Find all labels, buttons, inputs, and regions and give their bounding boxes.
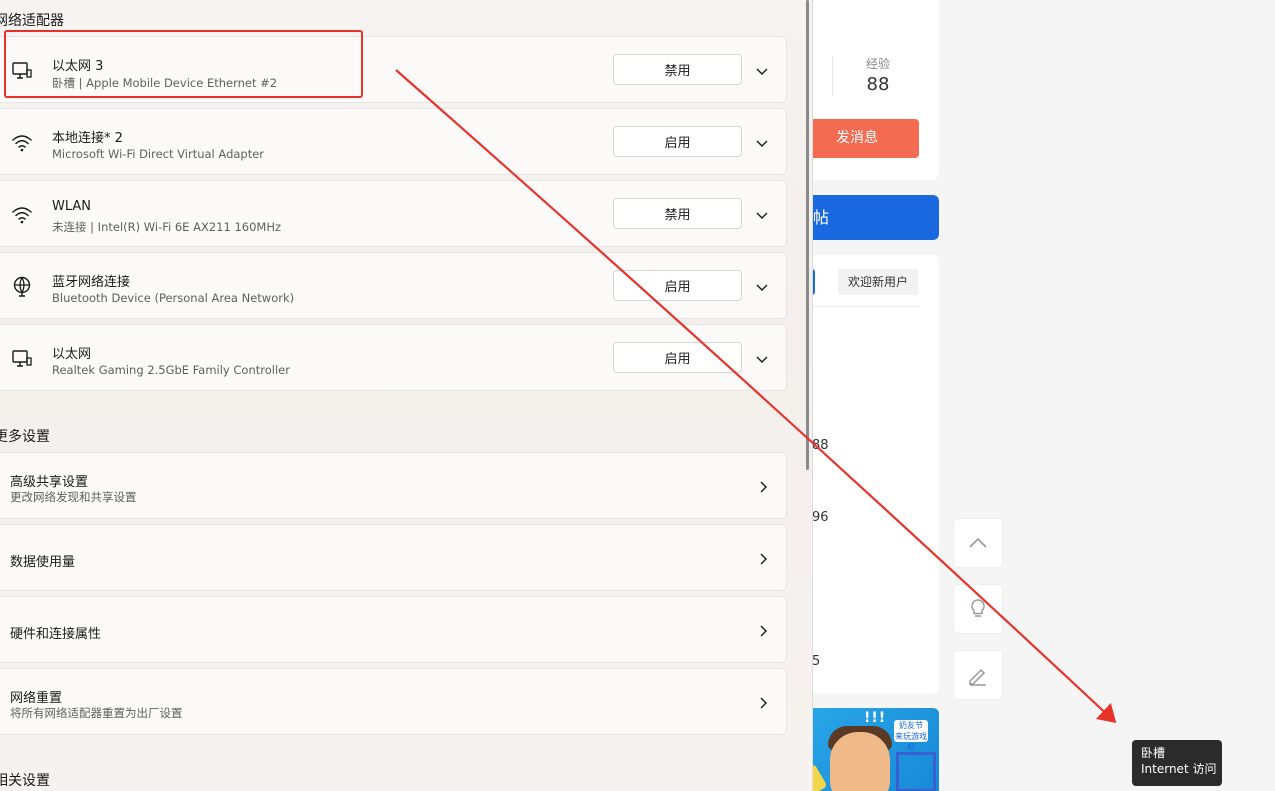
experience-value: 88 — [866, 74, 890, 95]
adapter-title: 蓝牙网络连接 — [52, 275, 131, 290]
settings-item-subtitle: 将所有网络适配器重置为出厂设置 — [10, 706, 183, 720]
banner-logo: 奶友节 来玩游戏吧 — [894, 720, 928, 752]
tooltip-access-status: Internet 访问 — [1141, 762, 1217, 776]
tips-button[interactable] — [953, 584, 1003, 634]
post-button-label: 帖 — [813, 208, 830, 227]
ethernet-icon — [10, 59, 34, 83]
adapter-toggle-button[interactable]: 禁用 — [613, 54, 742, 85]
adapter-toggle-button[interactable]: 启用 — [613, 270, 742, 301]
related-settings-heading: 相关设置 — [0, 773, 50, 789]
chevron-up-icon — [969, 537, 987, 548]
chevron-down-icon[interactable] — [754, 135, 770, 151]
more-settings-item[interactable]: 硬件和连接属性 — [0, 596, 787, 663]
partial-number: 88 — [812, 438, 829, 453]
chevron-down-icon[interactable] — [754, 351, 770, 367]
settings-item-title: 网络重置 — [10, 691, 63, 706]
chevron-right-icon — [756, 623, 770, 637]
adapter-subtitle: 未连接 | Intel(R) Wi-Fi 6E AX211 160MHz — [52, 220, 282, 234]
settings-item-title: 数据使用量 — [10, 555, 76, 570]
adapter-row[interactable]: WLAN 未连接 | Intel(R) Wi-Fi 6E AX211 160MHz… — [0, 180, 787, 247]
settings-item-subtitle: 更改网络发现和共享设置 — [10, 490, 137, 504]
experience-label: 经验 — [865, 57, 890, 71]
send-message-button[interactable]: 发消息 — [798, 119, 919, 158]
maze-graphic — [896, 752, 936, 791]
chevron-right-icon — [756, 551, 770, 565]
cartoon-face — [830, 732, 890, 791]
adapter-subtitle: Microsoft Wi-Fi Direct Virtual Adapter — [52, 147, 265, 161]
chevron-right-icon — [756, 479, 770, 493]
adapter-row[interactable]: 蓝牙网络连接 Bluetooth Device (Personal Area Ne… — [0, 252, 787, 319]
send-message-label: 发消息 — [836, 130, 878, 146]
network-adapters-heading: 网络适配器 — [0, 13, 64, 29]
adapter-row[interactable]: 以太网 Realtek Gaming 2.5GbE Family Controll… — [0, 324, 787, 391]
wifi-icon — [10, 131, 34, 155]
adapter-toggle-button[interactable]: 启用 — [613, 342, 742, 373]
adapter-title: 本地连接* 2 — [52, 131, 123, 146]
globe-network-icon — [10, 275, 34, 299]
back-to-top-button[interactable] — [953, 518, 1003, 568]
adapter-toggle-button[interactable]: 禁用 — [613, 198, 742, 229]
adapter-row[interactable]: 本地连接* 2 Microsoft Wi-Fi Direct Virtual Ad… — [0, 108, 787, 175]
chevron-down-icon[interactable] — [754, 279, 770, 295]
network-settings-window: 网络适配器 以太网 3 卧槽 | Apple Mobile Device Ethe… — [0, 0, 813, 791]
lightbulb-icon — [971, 599, 985, 617]
tags-card: 天 欢迎新用户 88 96 5 — [798, 255, 939, 693]
adapter-subtitle: Bluetooth Device (Personal Area Network) — [52, 291, 295, 305]
chevron-right-icon — [756, 695, 770, 709]
edit-button[interactable] — [953, 650, 1003, 700]
pencil-icon — [969, 668, 986, 686]
more-settings-item[interactable]: 数据使用量 — [0, 524, 787, 591]
stats-divider — [832, 56, 833, 96]
adapter-subtitle: Realtek Gaming 2.5GbE Family Controller — [52, 363, 290, 377]
tooltip-network-name: 卧槽 — [1141, 746, 1166, 760]
wifi-icon — [10, 203, 34, 227]
settings-item-title: 硬件和连接属性 — [10, 627, 102, 642]
tags-divider — [808, 306, 919, 307]
adapter-title: 以太网 — [52, 347, 92, 362]
promo-banner[interactable]: !!! 奶友节 来玩游戏吧 — [798, 708, 939, 791]
chevron-down-icon[interactable] — [754, 207, 770, 223]
partial-number: 96 — [812, 510, 829, 525]
partial-number: 5 — [812, 654, 821, 669]
chevron-down-icon[interactable] — [754, 63, 770, 79]
ethernet-icon — [10, 347, 34, 371]
more-settings-item[interactable]: 高级共享设置 更改网络发现和共享设置 — [0, 452, 787, 519]
adapter-toggle-button[interactable]: 启用 — [613, 126, 742, 157]
settings-item-title: 高级共享设置 — [10, 475, 89, 490]
post-button[interactable]: 帖 — [798, 195, 939, 240]
scrollbar-thumb[interactable] — [806, 0, 809, 470]
adapter-title: 以太网 3 — [52, 59, 104, 74]
more-settings-heading: 更多设置 — [0, 429, 50, 445]
adapter-row[interactable]: 以太网 3 卧槽 | Apple Mobile Device Ethernet #… — [0, 36, 787, 103]
network-tooltip: 卧槽 Internet 访问 — [1132, 740, 1222, 786]
more-settings-item[interactable]: 网络重置 将所有网络适配器重置为出厂设置 — [0, 668, 787, 735]
adapter-subtitle: 卧槽 | Apple Mobile Device Ethernet #2 — [52, 76, 278, 90]
banner-marks: !!! — [864, 710, 887, 726]
tag-welcome-new-user[interactable]: 欢迎新用户 — [838, 269, 918, 295]
adapter-title: WLAN — [52, 199, 92, 214]
